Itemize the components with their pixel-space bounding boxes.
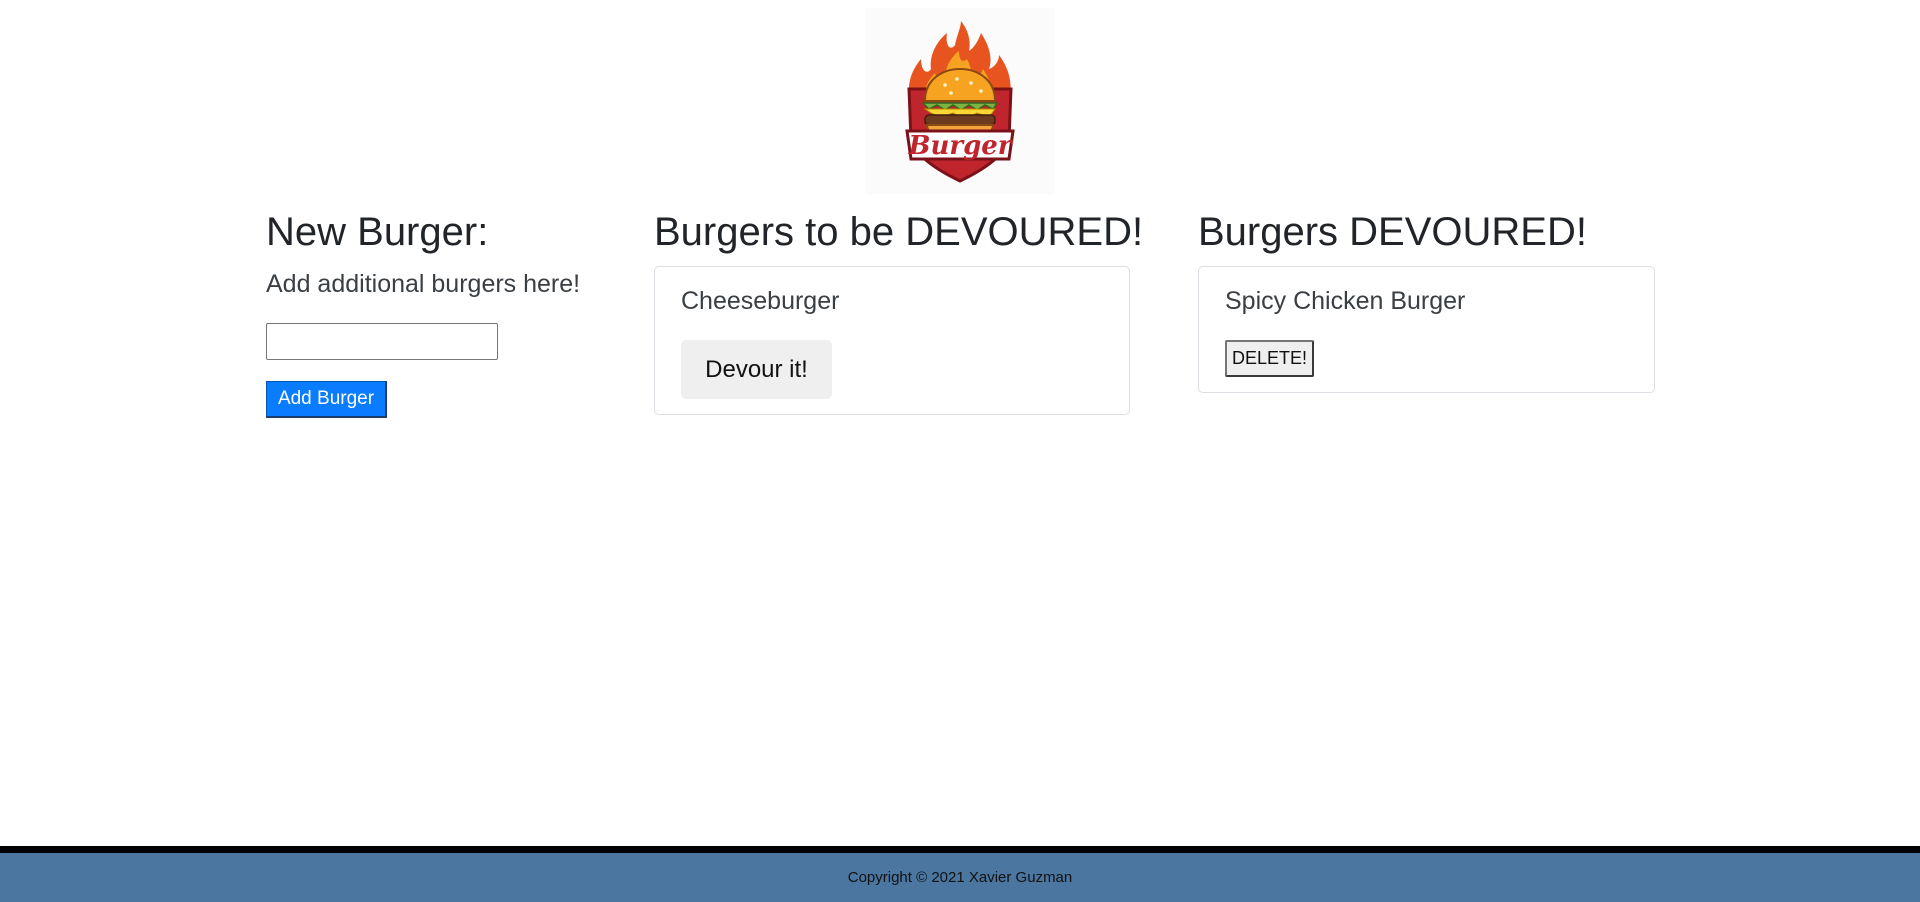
burger-logo-icon: Burger: [905, 21, 1015, 183]
devour-button[interactable]: Devour it!: [681, 340, 832, 399]
burger-name-input[interactable]: [266, 323, 498, 360]
copyright-text: Copyright © 2021 Xavier Guzman: [847, 869, 1073, 886]
new-burger-heading: New Burger:: [266, 210, 489, 254]
burger-app-page: Burger New Burger: Burgers to be DEVOURE…: [0, 0, 1920, 902]
footer-divider: [0, 846, 1920, 853]
add-burger-button[interactable]: Add Burger: [266, 381, 387, 418]
new-burger-subtitle: Add additional burgers here!: [266, 270, 581, 298]
to-devour-card: Cheeseburger Devour it!: [654, 266, 1130, 415]
to-devour-heading: Burgers to be DEVOURED!: [654, 210, 1144, 254]
devoured-heading: Burgers DEVOURED!: [1198, 210, 1587, 254]
burger-name: Cheeseburger: [681, 287, 840, 315]
delete-button[interactable]: DELETE!: [1225, 340, 1314, 377]
burger-logo: Burger: [866, 8, 1054, 194]
logo-text: Burger: [908, 131, 1014, 161]
burger-name: Spicy Chicken Burger: [1225, 287, 1466, 315]
footer: Copyright © 2021 Xavier Guzman: [0, 853, 1920, 902]
devoured-card: Spicy Chicken Burger DELETE!: [1198, 266, 1655, 393]
